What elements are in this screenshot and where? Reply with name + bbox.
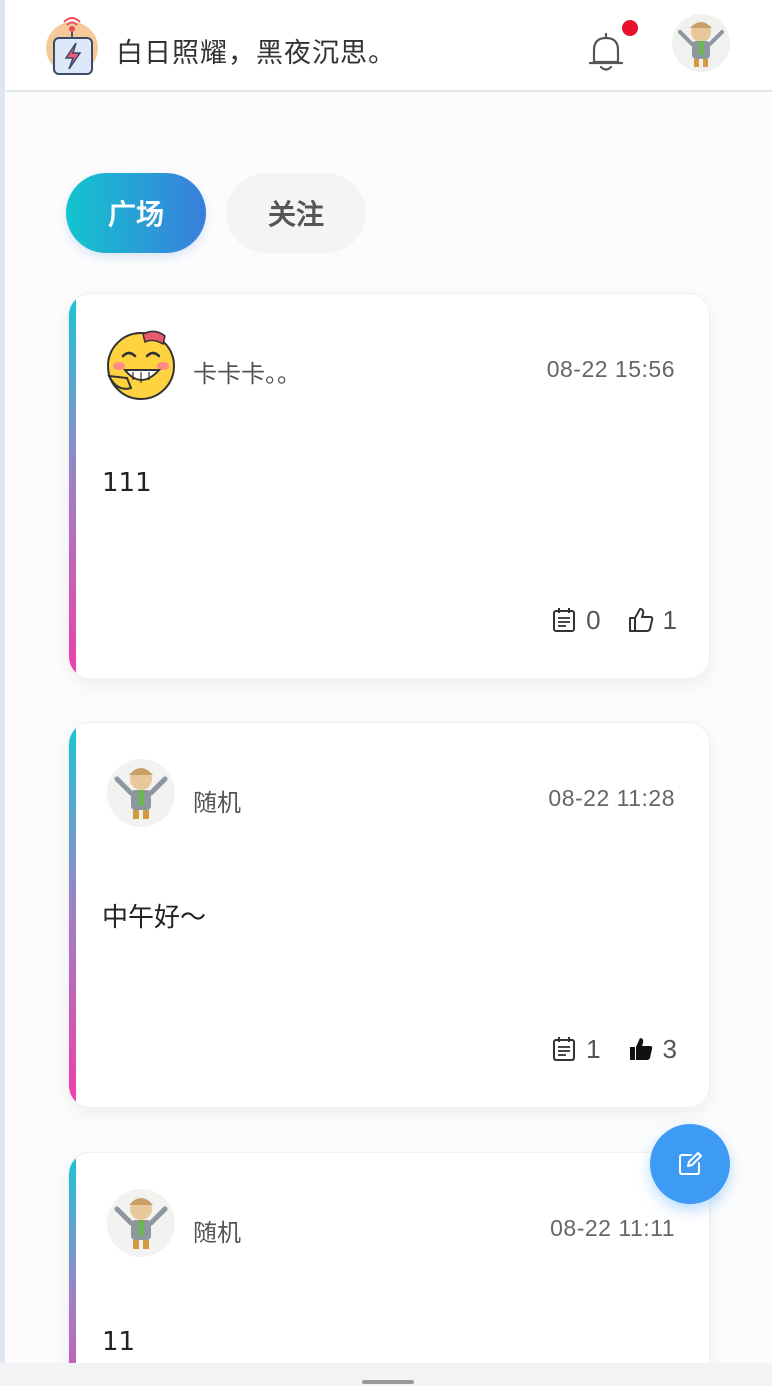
app-slogan: 白日照耀，黑夜沉思。 — [116, 38, 396, 69]
window-edge — [0, 0, 5, 1386]
user-avatar[interactable] — [670, 10, 732, 76]
post-stats: 0 1 — [550, 602, 677, 638]
tab-following[interactable]: 关注 — [226, 173, 366, 253]
comment-count: 0 — [586, 604, 601, 635]
feed-tabs: 广场 关注 — [66, 173, 376, 253]
post-time: 08-22 11:11 — [550, 1215, 675, 1241]
bell-icon[interactable] — [586, 30, 626, 74]
like-filled-icon[interactable] — [627, 1035, 655, 1063]
comment-icon[interactable] — [550, 606, 578, 634]
comment-icon[interactable] — [550, 1035, 578, 1063]
post-content: 11 — [102, 1327, 136, 1357]
cartoon-kid-avatar-icon[interactable] — [103, 755, 179, 831]
cartoon-kid-avatar-icon[interactable] — [103, 1185, 179, 1261]
home-indicator[interactable] — [362, 1380, 414, 1384]
post-card[interactable]: 随机 08-22 11:28 中午好～ 1 3 — [68, 722, 710, 1108]
post-content: 中午好～ — [102, 903, 207, 933]
new-post-button[interactable] — [650, 1124, 730, 1204]
post-author[interactable]: 随机 — [193, 1213, 241, 1248]
like-count: 3 — [662, 1033, 677, 1064]
card-accent-bar — [69, 723, 76, 1107]
post-card[interactable]: 卡卡卡。。 08-22 15:56 111 0 1 — [68, 293, 710, 679]
edit-icon — [679, 1152, 702, 1175]
tab-square[interactable]: 广场 — [66, 173, 206, 253]
comment-count: 1 — [586, 1033, 601, 1064]
post-author[interactable]: 随机 — [193, 783, 241, 818]
post-stats: 1 3 — [550, 1031, 677, 1067]
like-outline-icon[interactable] — [627, 606, 655, 634]
post-author[interactable]: 卡卡卡。。 — [193, 354, 301, 389]
app-header: 白日照耀，黑夜沉思。 — [6, 0, 772, 92]
like-count: 1 — [662, 604, 677, 635]
app-logo-icon[interactable] — [46, 12, 100, 78]
card-accent-bar — [69, 294, 76, 678]
notification-dot — [622, 20, 638, 36]
post-time: 08-22 11:28 — [548, 785, 675, 811]
card-accent-bar — [69, 1153, 76, 1386]
post-card[interactable]: 随机 08-22 11:11 11 — [68, 1152, 710, 1386]
post-content: 111 — [102, 468, 152, 498]
laughing-emoji-icon[interactable] — [103, 326, 179, 402]
post-time: 08-22 15:56 — [546, 356, 675, 382]
